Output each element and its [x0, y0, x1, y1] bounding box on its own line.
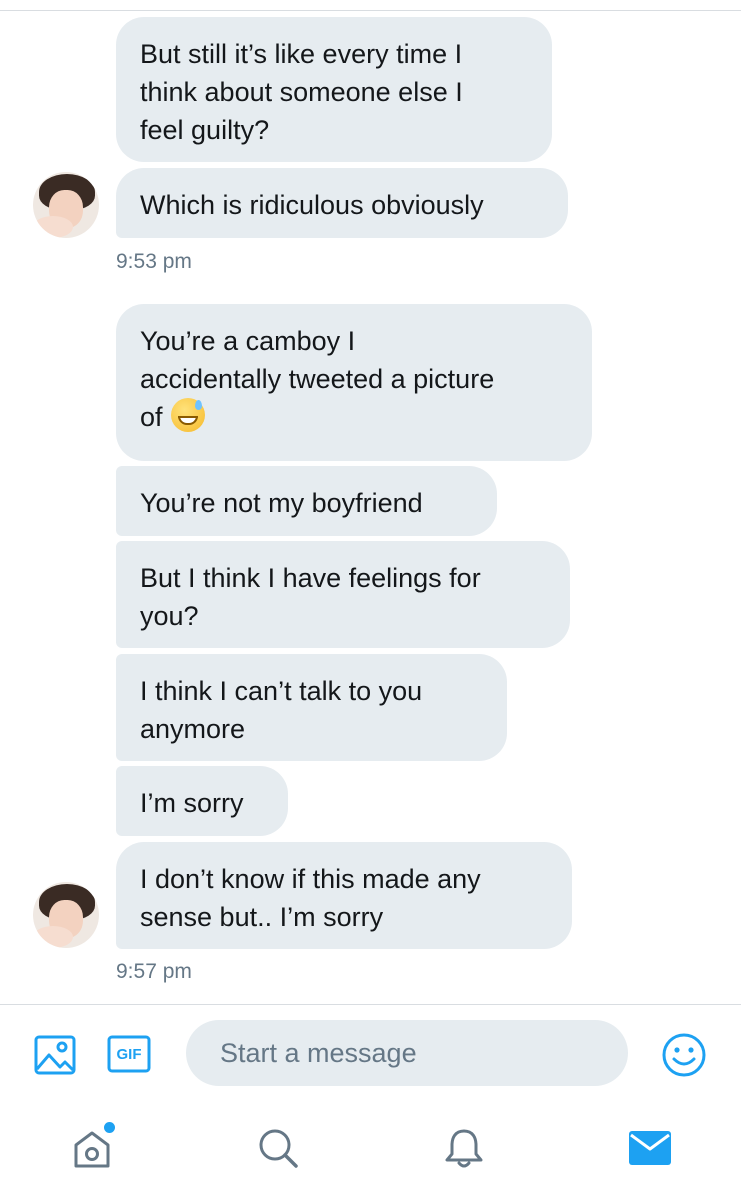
message-text: You’re not my boyfriend — [140, 488, 423, 518]
message-bubble[interactable]: But still it’s like every time I think a… — [116, 17, 552, 162]
grinning-sweat-emoji-icon — [170, 398, 205, 432]
message-text: But still it’s like every time I think a… — [140, 39, 463, 145]
message-text: I don’t know if this made any sense but.… — [140, 864, 481, 932]
message-bubble[interactable]: But I think I have feelings for you? — [116, 541, 570, 648]
tab-messages[interactable] — [620, 1118, 680, 1178]
notifications-icon — [445, 1129, 483, 1168]
messages-icon — [629, 1131, 671, 1165]
message-text: Which is ridiculous obviously — [140, 190, 484, 220]
top-divider — [0, 10, 741, 11]
gif-label: GIF — [116, 1045, 142, 1063]
message-text: But I think I have feelings for you? — [140, 563, 481, 631]
message-bubble[interactable]: I think I can’t talk to you anymore — [116, 654, 507, 761]
message-bubble[interactable]: I don’t know if this made any sense but.… — [116, 842, 572, 949]
gif-button[interactable]: GIF — [106, 1034, 152, 1074]
image-icon — [34, 1035, 76, 1075]
timestamp: 9:53 pm — [116, 250, 192, 273]
message-text: I think I can’t talk to you anymore — [140, 676, 423, 744]
notification-dot — [104, 1122, 115, 1133]
message-bubble[interactable]: You’re not my boyfriend — [116, 466, 497, 536]
composer-divider — [0, 1004, 741, 1005]
emoji-icon — [662, 1033, 706, 1077]
message-bubble[interactable]: You’re a camboy I accidentally tweeted a… — [116, 304, 592, 461]
message-text: I’m sorry — [140, 788, 244, 818]
avatar[interactable] — [33, 172, 99, 238]
message-bubble[interactable]: Which is ridiculous obviously — [116, 168, 568, 238]
tab-notifications[interactable] — [434, 1118, 494, 1178]
image-button[interactable] — [32, 1033, 78, 1077]
emoji-button[interactable] — [660, 1031, 708, 1079]
avatar[interactable] — [33, 882, 99, 948]
message-input[interactable] — [186, 1020, 628, 1086]
search-icon — [259, 1129, 298, 1168]
tab-search[interactable] — [248, 1118, 308, 1178]
timestamp: 9:57 pm — [116, 960, 192, 983]
message-bubble[interactable]: I’m sorry — [116, 766, 288, 836]
tab-home[interactable] — [62, 1118, 122, 1178]
